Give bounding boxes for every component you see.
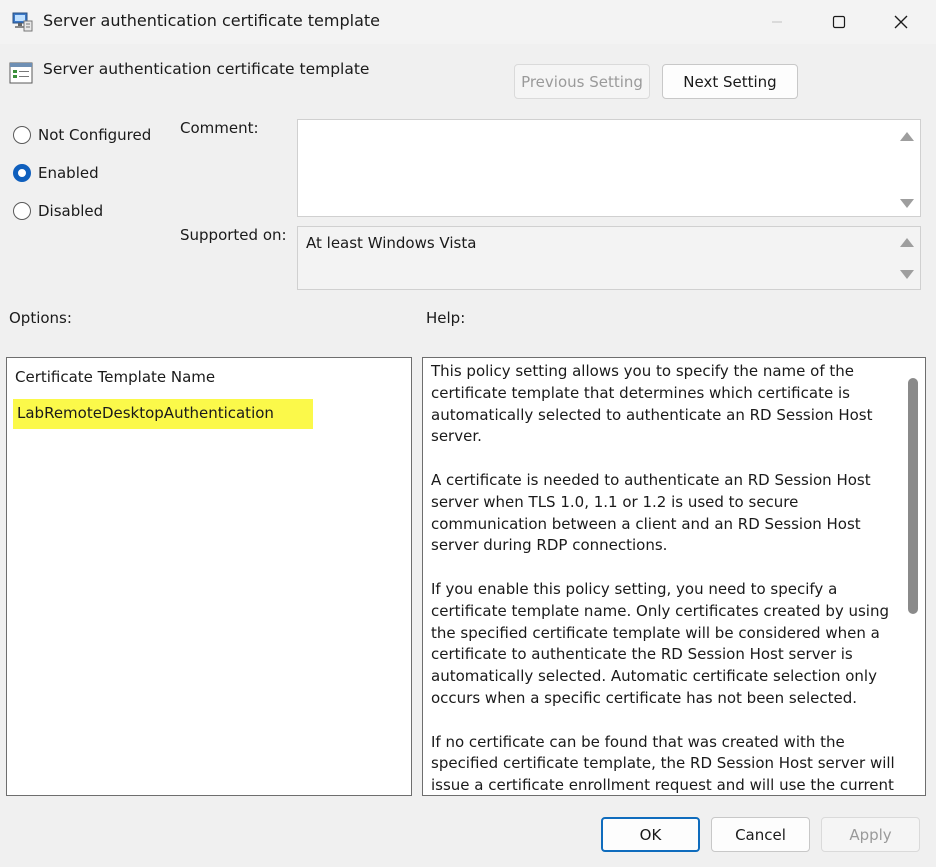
enabled-radio[interactable]: Enabled [13, 161, 99, 185]
certificate-template-name-input[interactable]: LabRemoteDesktopAuthentication [13, 399, 313, 429]
options-label: Options: [9, 309, 72, 327]
policy-setting-icon [9, 62, 33, 84]
help-panel: This policy setting allows you to specif… [422, 357, 926, 796]
window-title: Server authentication certificate templa… [43, 11, 380, 30]
radio-unchecked-icon [13, 126, 31, 144]
disabled-label: Disabled [38, 202, 104, 220]
enabled-label: Enabled [38, 164, 99, 182]
radio-unchecked-icon [13, 202, 31, 220]
cancel-button[interactable]: Cancel [711, 817, 810, 852]
supported-on-label: Supported on: [180, 226, 287, 244]
help-paragraph: If you enable this policy setting, you n… [431, 579, 889, 707]
radio-checked-icon [13, 164, 31, 182]
next-setting-button[interactable]: Next Setting [662, 64, 798, 99]
maximize-icon [832, 15, 846, 29]
comment-label: Comment: [180, 119, 259, 137]
scroll-up-icon[interactable] [900, 132, 914, 141]
disabled-radio[interactable]: Disabled [13, 199, 103, 223]
group-policy-app-icon [12, 12, 33, 32]
title-bar: Server authentication certificate templa… [0, 0, 936, 44]
supported-on-field: At least Windows Vista [297, 226, 921, 290]
minimize-icon [772, 21, 782, 23]
maximize-button[interactable] [808, 0, 870, 44]
scroll-up-icon[interactable] [900, 238, 914, 247]
scroll-down-icon[interactable] [900, 199, 914, 208]
options-panel: Certificate Template Name LabRemoteDeskt… [6, 357, 412, 796]
certificate-template-name-label: Certificate Template Name [15, 368, 216, 386]
not-configured-radio[interactable]: Not Configured [13, 123, 151, 147]
minimize-button[interactable] [746, 0, 808, 44]
help-paragraph: A certificate is needed to authenticate … [431, 470, 871, 555]
help-label: Help: [426, 309, 466, 327]
setting-title: Server authentication certificate templa… [43, 60, 370, 78]
apply-button[interactable]: Apply [821, 817, 920, 852]
comment-field[interactable] [297, 119, 921, 217]
not-configured-label: Not Configured [38, 126, 152, 144]
help-text: This policy setting allows you to specif… [431, 361, 901, 795]
close-icon [894, 15, 908, 29]
close-button[interactable] [870, 0, 932, 44]
supported-on-value: At least Windows Vista [306, 234, 477, 252]
help-paragraph: If no certificate can be found that was … [431, 732, 895, 795]
help-paragraph: This policy setting allows you to specif… [431, 362, 873, 446]
help-scrollbar-thumb[interactable] [908, 378, 918, 614]
ok-button[interactable]: OK [601, 817, 700, 852]
previous-setting-button[interactable]: Previous Setting [514, 64, 650, 99]
scroll-down-icon[interactable] [900, 270, 914, 279]
